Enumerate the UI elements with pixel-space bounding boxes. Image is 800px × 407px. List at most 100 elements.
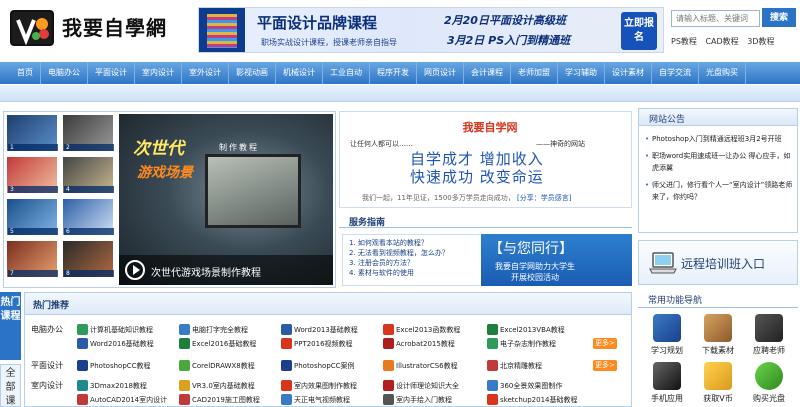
nav-item-mechanical[interactable]: 机械设计 (276, 62, 323, 84)
slide-thumb[interactable]: 1 (6, 114, 58, 152)
course-category[interactable]: 电脑办公 (31, 324, 63, 335)
slide-title-1: 次世代 (133, 139, 184, 159)
tab-hot-courses[interactable]: 热门课程 (0, 292, 21, 360)
course-link[interactable]: 北京精雕教程 (487, 359, 542, 372)
slide-thumb[interactable]: 5 (6, 198, 58, 236)
course-link[interactable]: 室内效果图制作教程 (281, 379, 357, 392)
slide-thumb[interactable]: 7 (6, 240, 58, 278)
autocad-icon (77, 394, 88, 405)
course-category[interactable]: 平面设计 (31, 360, 63, 371)
book-icon (653, 314, 681, 342)
more-button[interactable]: 更多> (593, 338, 617, 349)
nav-item-home[interactable]: 首页 (10, 62, 41, 84)
nav-item-assets[interactable]: 设计素材 (605, 62, 652, 84)
course-link[interactable]: Word2013基础教程 (281, 323, 358, 336)
tab-all-courses[interactable]: 全部课 (0, 364, 21, 407)
remote-training-entry[interactable]: 远程培训班入口 (638, 240, 798, 285)
course-link[interactable]: 天正电气视频教程 (281, 393, 350, 406)
top-banner-ad[interactable]: 平面设计品牌课程 职场实战设计课程，授课老师亲自指导 2月20日平面设计高级班 … (198, 7, 664, 53)
course-link[interactable]: CorelDRAWX8教程 (179, 359, 255, 372)
nav-apply-teacher[interactable]: 应聘老师 (744, 314, 794, 356)
campus-banner-line-2: 开展校园活动 (511, 273, 559, 282)
nav-item-programming[interactable]: 程序开发 (370, 62, 417, 84)
course-link[interactable]: 室内手绘入门教程 (383, 393, 452, 406)
notice-item[interactable]: 师父进门，修行看个人一“室内设计”领路老师来了，你约吗？ (645, 179, 793, 203)
slide-thumb[interactable]: 2 (62, 114, 114, 152)
photoshop-icon (77, 360, 88, 371)
excel-icon (179, 338, 190, 349)
course-link[interactable]: Word2016基础教程 (77, 337, 154, 350)
course-link[interactable]: CAD2019施工图教程 (179, 393, 260, 406)
banner-signup-button[interactable]: 立即报名 (621, 12, 657, 50)
course-link[interactable]: 计算机基础知识教程 (77, 323, 153, 336)
nav-mobile-app[interactable]: 手机应用 (642, 362, 692, 404)
course-link[interactable]: 3Dmax2018教程 (77, 379, 147, 392)
box-icon (704, 314, 732, 342)
nav-item-forum[interactable]: 自学交流 (652, 62, 699, 84)
nav-item-interior[interactable]: 室内设计 (135, 62, 182, 84)
nav-item-teacher[interactable]: 老师加盟 (511, 62, 558, 84)
quick-link-3d[interactable]: 3D教程 (747, 37, 774, 46)
nav-item-dvd[interactable]: 光盘购买 (699, 62, 746, 84)
service-link[interactable]: 3. 注册会员的方法？ (349, 258, 474, 268)
notice-item[interactable]: Photoshop入门到精通远程班3月2号开班 (645, 133, 793, 145)
slide-thumb[interactable]: 4 (62, 156, 114, 194)
nav-item-study-aid[interactable]: 学习辅助 (558, 62, 605, 84)
course-link[interactable]: Excel2016基础教程 (179, 337, 256, 350)
course-link[interactable]: 电脑打字完全教程 (179, 323, 248, 336)
course-link[interactable]: 360全景效果图制作 (487, 379, 562, 392)
nav-item-office[interactable]: 电脑办公 (41, 62, 88, 84)
banner-subtitle: 职场实战设计课程，授课老师亲自指导 (261, 38, 397, 47)
slide-thumb[interactable]: 8 (62, 240, 114, 278)
main-slide-image[interactable]: 次世代 游戏场景 制作教程 次世代游戏场景制作教程 (119, 114, 333, 285)
slide-thumb[interactable]: 6 (62, 198, 114, 236)
illustrator-icon (383, 360, 394, 371)
nav-item-animation[interactable]: 影视动画 (229, 62, 276, 84)
campus-activity-banner[interactable]: 【与您同行】 我要自学网助力大学生 开展校园活动 (481, 234, 632, 286)
course-link[interactable]: AutoCAD2014室内设计 (77, 393, 167, 406)
quick-link-ps[interactable]: PS教程 (671, 37, 697, 46)
slide-title-2: 游戏场景 (137, 165, 193, 181)
phone-icon (653, 362, 681, 390)
more-button[interactable]: 更多> (593, 360, 617, 371)
service-link[interactable]: 4. 素材与软件的使用 (349, 268, 474, 278)
course-link[interactable]: PPT2016视频教程 (281, 337, 353, 350)
nav-study-plan[interactable]: 学习规划 (642, 314, 692, 356)
sub-nav-bar (0, 85, 800, 102)
course-link[interactable]: VR3.0室内基础教程 (179, 379, 255, 392)
search-button[interactable]: 搜索 (762, 8, 796, 27)
course-link[interactable]: Acrobat2015教程 (383, 337, 455, 350)
nav-item-graphic[interactable]: 平面设计 (88, 62, 135, 84)
logo-mark-icon (10, 10, 54, 46)
notice-item[interactable]: 职场word实用速成班一让办公 得心应手，如虎添翼 (645, 150, 793, 174)
course-link[interactable]: sketchup2014基础教程 (487, 393, 577, 406)
intro-left-note: 让任何人都可以…… (350, 140, 413, 148)
testimonials-link[interactable]: [分享：学员感言] (517, 194, 571, 202)
site-logo[interactable]: 我要自學網 (6, 6, 182, 50)
course-link[interactable]: 电子杂志制作教程 (487, 337, 556, 350)
nav-buy-dvd[interactable]: 购买光盘 (744, 362, 794, 404)
service-link[interactable]: 2. 无法看到视频教程，怎么办？ (349, 248, 474, 258)
nav-item-automation[interactable]: 工业自动 (323, 62, 370, 84)
excel-icon (383, 324, 394, 335)
course-link[interactable]: PhotoshopCC教程 (77, 359, 151, 372)
course-link[interactable]: 设计师理论知识大全 (383, 379, 459, 392)
nav-item-exterior[interactable]: 室外设计 (182, 62, 229, 84)
course-link[interactable]: IllustratorCS6教程 (383, 359, 458, 372)
nav-download-assets[interactable]: 下载素材 (693, 314, 743, 356)
magazine-icon (487, 338, 498, 349)
acrobat-icon (383, 338, 394, 349)
play-icon[interactable] (125, 260, 145, 280)
nav-get-vcoin[interactable]: 获取V币 (693, 362, 743, 404)
slide-thumb[interactable]: 3 (6, 156, 58, 194)
quick-link-cad[interactable]: CAD教程 (705, 37, 738, 46)
common-nav-title: 常用功能导航 (648, 296, 703, 306)
nav-item-accounting[interactable]: 会计课程 (464, 62, 511, 84)
nav-item-web[interactable]: 网页设计 (417, 62, 464, 84)
service-link[interactable]: 1. 如何观看本站的教程？ (349, 238, 474, 248)
course-link[interactable]: PhotoshopCC案例 (281, 359, 355, 372)
search-input[interactable] (671, 10, 760, 27)
course-link[interactable]: Excel2013VBA教程 (487, 323, 565, 336)
course-category[interactable]: 室内设计 (31, 380, 63, 391)
course-link[interactable]: Excel2013函数教程 (383, 323, 460, 336)
